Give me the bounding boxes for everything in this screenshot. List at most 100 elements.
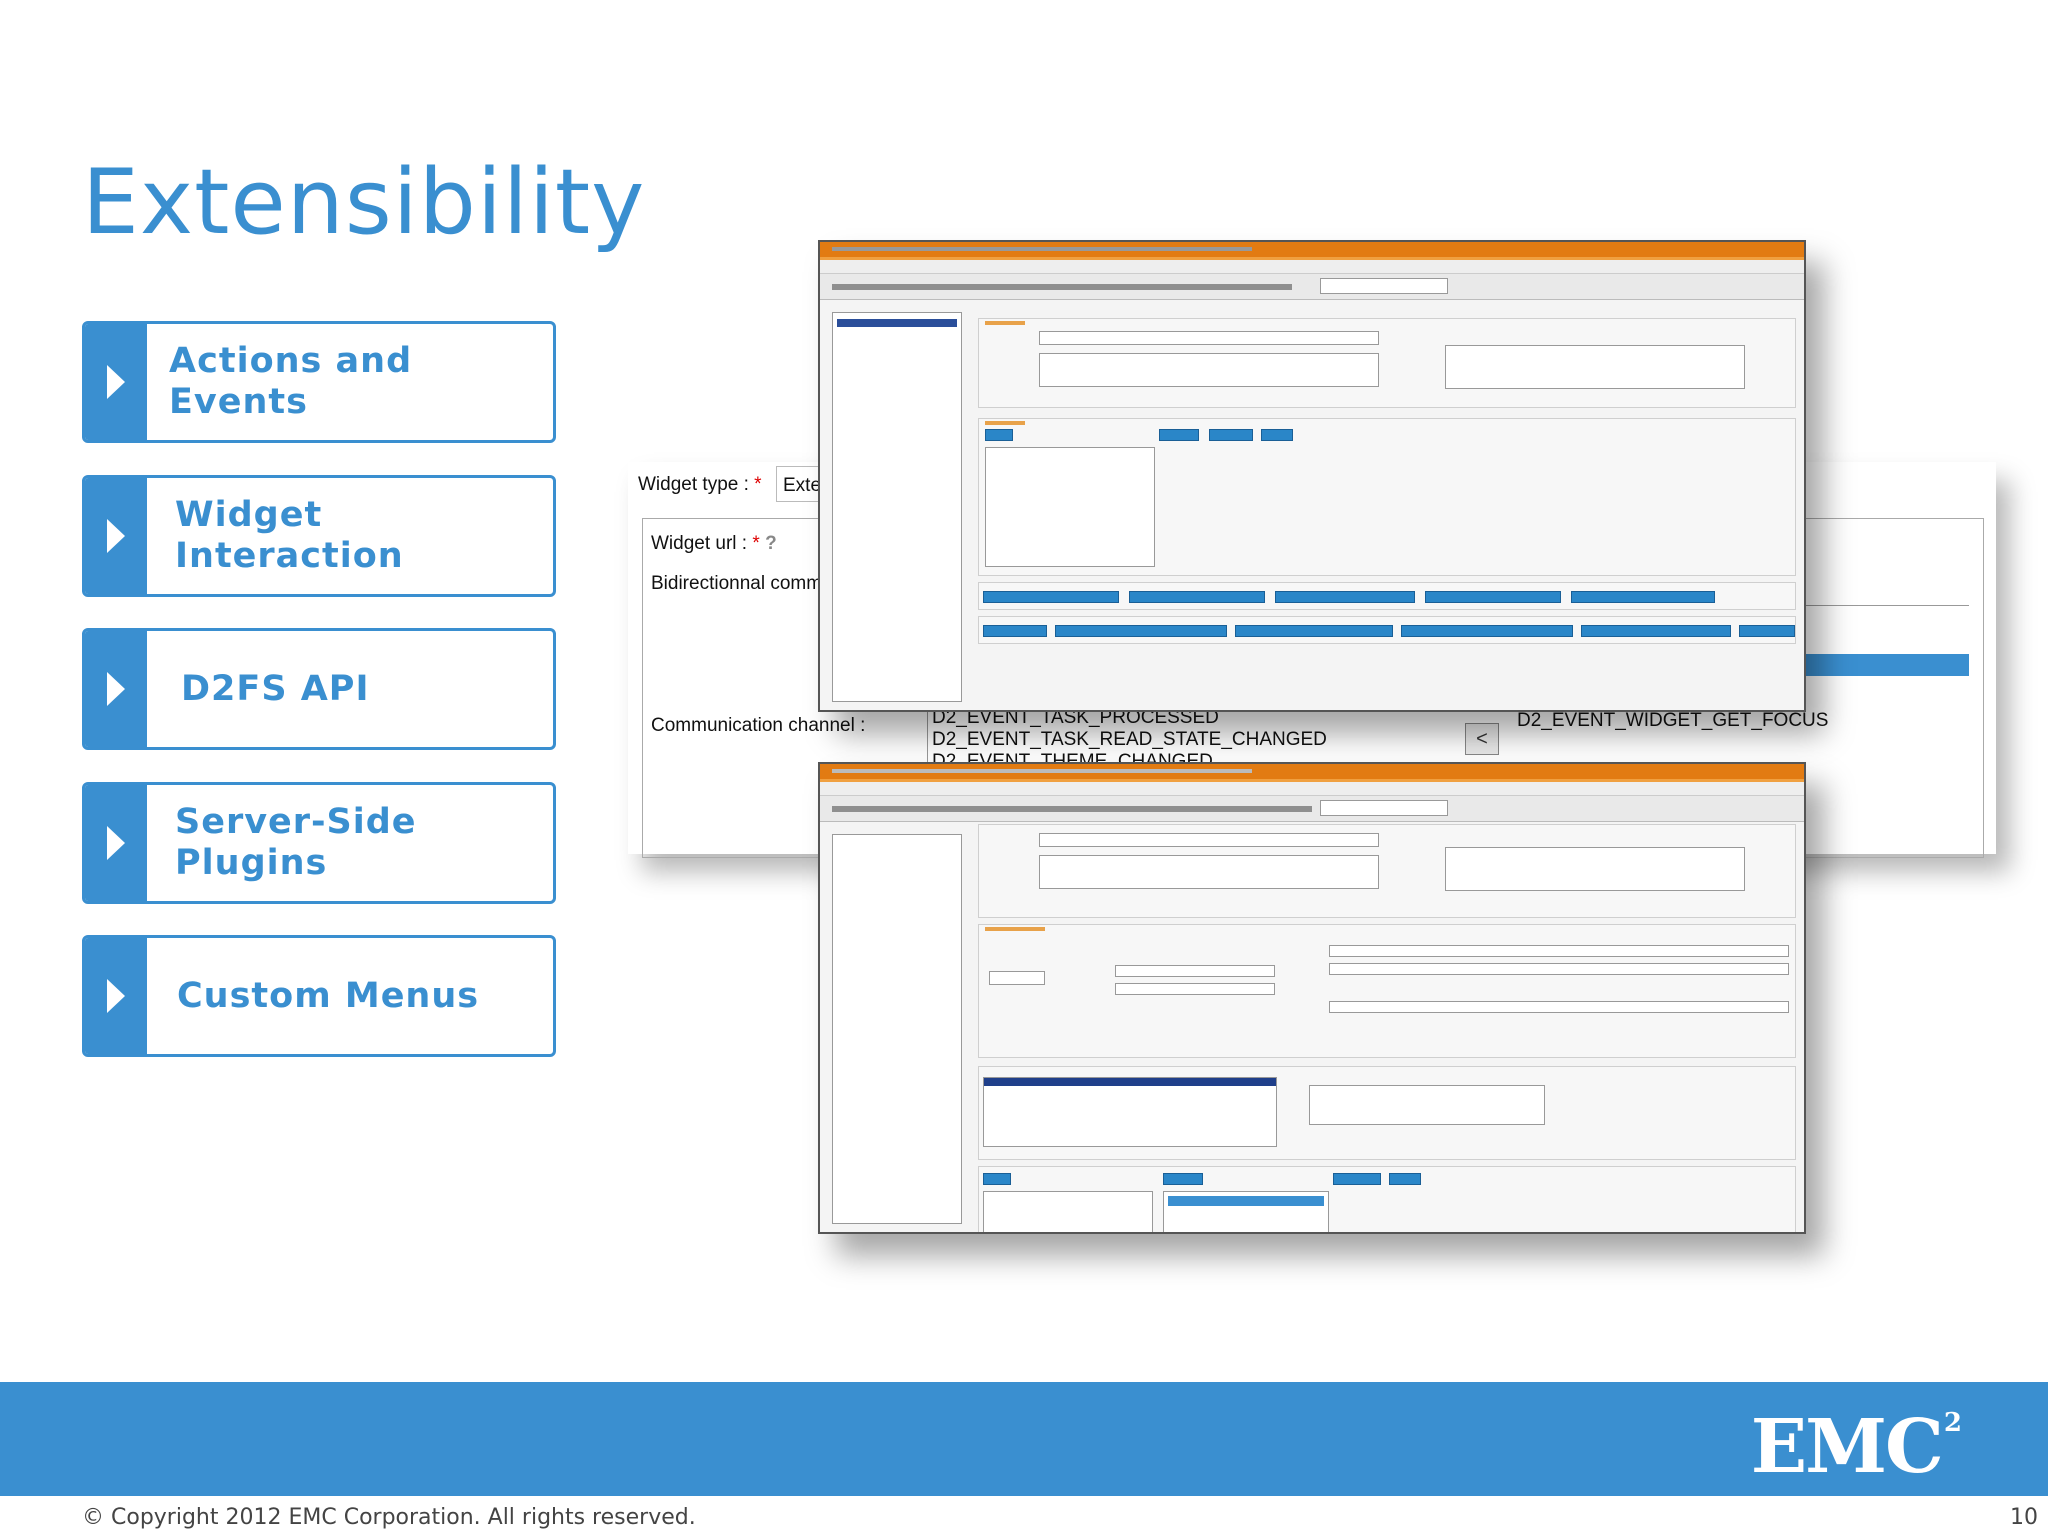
- toolbar-buttons: [832, 806, 1312, 812]
- move-left-button[interactable]: <: [1465, 723, 1499, 755]
- widget-type-text: Widget type :: [638, 474, 749, 495]
- menu-button-custom-menus[interactable]: Custom Menus: [82, 935, 556, 1057]
- chevron-right-icon: [85, 938, 147, 1054]
- menu-chip[interactable]: [1055, 625, 1227, 637]
- toolbar-dropdown[interactable]: [1320, 800, 1448, 816]
- description-field[interactable]: [1039, 353, 1379, 387]
- new-menu-button[interactable]: [983, 1173, 1011, 1185]
- main-menu-panel: [978, 418, 1796, 576]
- menu-chip[interactable]: [983, 591, 1119, 603]
- help-button[interactable]: [1389, 1173, 1421, 1185]
- submenu-selected-row[interactable]: [1168, 1196, 1324, 1206]
- menu-items-list[interactable]: [983, 1191, 1153, 1232]
- menu-chip[interactable]: [1425, 591, 1561, 603]
- window-menu-bar: [820, 247, 1804, 274]
- footer-band: [0, 1382, 2048, 1496]
- label-field[interactable]: [1115, 965, 1275, 977]
- menu-button-widget-interaction[interactable]: Widget Interaction: [82, 475, 556, 597]
- menu-chip[interactable]: [983, 625, 1047, 637]
- chevron-right-icon: [85, 785, 147, 901]
- toolbar-dropdown[interactable]: [1320, 278, 1448, 294]
- move-left-symbol: <: [1476, 728, 1488, 750]
- condition-parameters[interactable]: [1309, 1085, 1545, 1125]
- menu-button-label: Custom Menus: [177, 975, 480, 1016]
- panel-caption: [985, 927, 1045, 931]
- menu-bar-items: [832, 247, 1252, 251]
- window-toolbar: [820, 796, 1804, 822]
- new-menu-button[interactable]: [985, 429, 1013, 441]
- import-button[interactable]: [1159, 429, 1199, 441]
- widget-type-value: Exte: [783, 475, 822, 496]
- action-field[interactable]: [1329, 945, 1789, 957]
- message-field[interactable]: [1329, 963, 1789, 975]
- list-item[interactable]: D2_EVENT_TASK_READ_STATE_CHANGED: [928, 729, 1447, 751]
- menu-chip[interactable]: [1275, 591, 1415, 603]
- properties-panel: [978, 824, 1796, 918]
- chevron-right-icon: [85, 478, 147, 594]
- window-menu-bar: [820, 769, 1804, 796]
- help-icon[interactable]: ?: [765, 533, 777, 554]
- window-title-bar: [820, 764, 1804, 782]
- list-item[interactable]: D2_EVENT_WIDGET_GET_FOCUS: [1517, 710, 1828, 732]
- logo-superscript: 2: [1943, 1408, 1962, 1438]
- toolbar-buttons: [832, 284, 1292, 290]
- menu-items-list[interactable]: [985, 447, 1155, 567]
- contextual-menus-panel: [978, 616, 1796, 644]
- menu-chip[interactable]: [1581, 625, 1731, 637]
- menu-button-actions-and-events[interactable]: Actions and Events: [82, 321, 556, 443]
- selected-row-highlight[interactable]: [1779, 654, 1969, 676]
- menu-button-label: D2FS API: [181, 668, 370, 709]
- name-field[interactable]: [1039, 331, 1379, 345]
- name-field[interactable]: [1039, 833, 1379, 847]
- menu-tree[interactable]: [832, 834, 962, 1224]
- condition-selected-row[interactable]: [984, 1078, 1276, 1086]
- logo-text: EMC: [1750, 1404, 1944, 1490]
- window-toolbar: [820, 274, 1804, 300]
- menu-properties-panel: [978, 924, 1796, 1058]
- content-button[interactable]: [1209, 429, 1253, 441]
- conditions-list[interactable]: [983, 1077, 1277, 1147]
- main-menu-panel: [978, 1166, 1796, 1232]
- applications-field[interactable]: [1445, 847, 1745, 891]
- menu-button-server-side-plugins[interactable]: Server-Side Plugins: [82, 782, 556, 904]
- applications-field[interactable]: [1445, 345, 1745, 389]
- copyright-notice: © Copyright 2012 EMC Corporation. All ri…: [82, 1505, 696, 1530]
- widget-type-label: Widget type : *: [638, 474, 762, 496]
- submenu-list[interactable]: [1163, 1191, 1329, 1232]
- panel-caption: [985, 421, 1025, 425]
- menu-button-label: Widget Interaction: [175, 495, 404, 576]
- help-button[interactable]: [1261, 429, 1293, 441]
- widget-url-label: Widget url : * ?: [651, 533, 777, 555]
- menu-chip[interactable]: [1129, 591, 1265, 603]
- chevron-right-icon: [85, 631, 147, 747]
- menu-tree[interactable]: [832, 312, 962, 702]
- content-button[interactable]: [1333, 1173, 1381, 1185]
- tree-selected-item[interactable]: [837, 319, 957, 327]
- menu-bar-items: [832, 769, 1252, 773]
- window-title-bar: [820, 242, 1804, 260]
- required-mark: *: [754, 474, 762, 495]
- page-number: 10: [2010, 1505, 2038, 1530]
- required-mark: *: [752, 533, 760, 554]
- panel-caption: [985, 321, 1025, 325]
- import-button[interactable]: [1163, 1173, 1203, 1185]
- menu-chip[interactable]: [1401, 625, 1573, 637]
- menu-d2-window-top: [818, 240, 1806, 712]
- menu-d2-window-bottom: [818, 762, 1806, 1234]
- properties-panel: [978, 318, 1796, 408]
- menu-button-label: Actions and Events: [169, 341, 413, 422]
- menu-button-label: Server-Side Plugins: [175, 802, 417, 883]
- description-field[interactable]: [1039, 855, 1379, 889]
- hide-entry-select[interactable]: [989, 971, 1045, 985]
- parameter-field[interactable]: [1329, 1001, 1789, 1013]
- menu-chip[interactable]: [1739, 625, 1795, 637]
- menu-chip[interactable]: [1235, 625, 1393, 637]
- conditions-panel: [978, 1066, 1796, 1160]
- menu-chip[interactable]: [1571, 591, 1715, 603]
- shortcut-field[interactable]: [1115, 983, 1275, 995]
- chevron-right-icon: [85, 324, 147, 440]
- menu-button-d2fs-api[interactable]: D2FS API: [82, 628, 556, 750]
- bidirectional-label: Bidirectionnal comm: [651, 573, 823, 594]
- default-menus-panel: [978, 582, 1796, 610]
- widget-url-text: Widget url :: [651, 533, 748, 554]
